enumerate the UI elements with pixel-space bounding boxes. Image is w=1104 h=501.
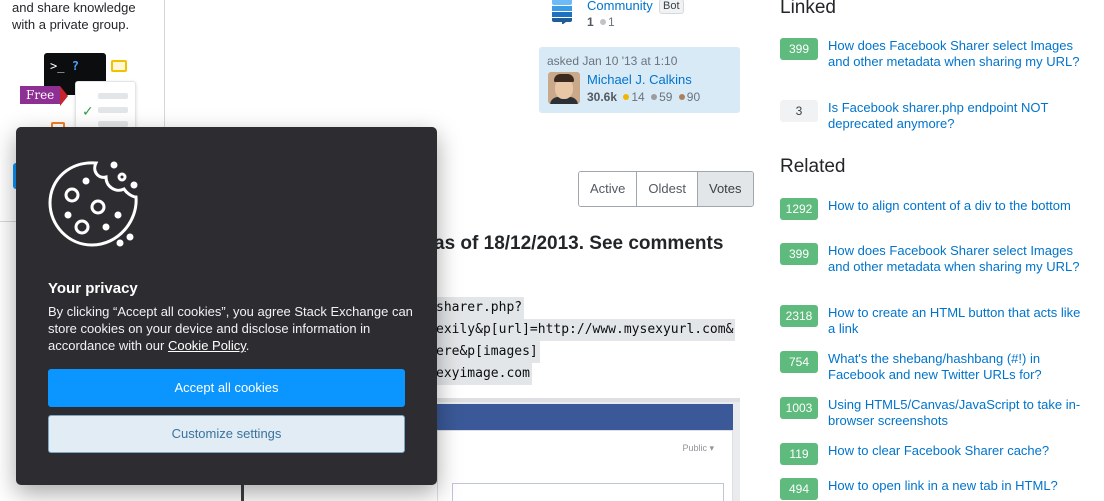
- bronze-count: 1: [608, 15, 615, 29]
- silver-badge-icon: [651, 94, 658, 101]
- answer-screenshot-image: Public ▾: [437, 398, 740, 501]
- customize-settings-button[interactable]: Customize settings: [48, 415, 405, 453]
- vote-count-badge: 2318: [780, 305, 818, 327]
- check-icon: ✓: [82, 103, 94, 119]
- linked-title: Linked: [780, 0, 836, 18]
- avatar[interactable]: [548, 72, 580, 104]
- vote-count-badge: 1292: [780, 198, 818, 220]
- share-textbox: [452, 483, 724, 501]
- reputation-score: 1: [587, 15, 594, 29]
- related-question-link[interactable]: Using HTML5/Canvas/JavaScript to take in…: [828, 397, 1086, 429]
- code-line: ere&p[images]: [434, 341, 540, 363]
- cookie-policy-link[interactable]: Cookie Policy: [168, 338, 246, 353]
- cookie-dialog-body: By clicking “Accept all cookies”, you ag…: [48, 303, 413, 354]
- cookie-icon: [48, 161, 138, 247]
- code-line: exyimage.com: [434, 363, 532, 385]
- answer-heading: as of 18/12/2013. See comments: [434, 233, 724, 254]
- checklist-illustration: ✓: [75, 81, 136, 131]
- promo-text: and share knowledge with a private group…: [12, 0, 136, 32]
- answer-sort-tabs: Active Oldest Votes: [578, 171, 754, 207]
- code-line: sharer.php?: [434, 297, 525, 319]
- vote-count-badge: 3: [780, 100, 818, 122]
- cookie-body-end: .: [245, 338, 250, 353]
- code-line: exily&p[url]=http://www.mysexyurl.com&: [434, 319, 736, 341]
- gold-badge-icon: [623, 94, 630, 101]
- vote-count-badge: 399: [780, 38, 818, 60]
- vote-count-badge: 754: [780, 351, 818, 373]
- sort-active-button[interactable]: Active: [579, 172, 638, 206]
- vote-count-badge: 119: [780, 443, 818, 465]
- linked-question-link[interactable]: How does Facebook Sharer select Images a…: [828, 38, 1086, 70]
- cookie-consent-dialog: Your privacy By clicking “Accept all coo…: [16, 127, 437, 485]
- vote-count-badge: 399: [780, 243, 818, 265]
- related-title: Related: [780, 156, 846, 177]
- vote-count-badge: 1003: [780, 397, 818, 419]
- accept-all-cookies-button[interactable]: Accept all cookies: [48, 369, 405, 407]
- sort-votes-button[interactable]: Votes: [697, 172, 753, 206]
- asked-user-card: asked Jan 10 '13 at 1:10 Michael J. Calk…: [539, 47, 740, 113]
- asker-reputation: 30.6k 14 59 90: [587, 90, 700, 104]
- cookie-dialog-title: Your privacy: [48, 280, 138, 297]
- sort-oldest-button[interactable]: Oldest: [637, 172, 698, 206]
- community-user-link[interactable]: Community: [587, 0, 653, 13]
- privacy-selector: Public ▾: [682, 443, 714, 453]
- related-question-link[interactable]: How to align content of a div to the bot…: [828, 198, 1086, 214]
- related-question-link[interactable]: How to create an HTML button that acts l…: [828, 305, 1086, 337]
- vote-count-badge: 494: [780, 478, 818, 500]
- bot-badge: Bot: [659, 0, 684, 14]
- community-reputation: 1 1: [587, 15, 615, 29]
- reputation-score: 30.6k: [587, 90, 618, 104]
- related-question-link[interactable]: How to clear Facebook Sharer cache?: [828, 443, 1086, 459]
- related-question-link[interactable]: How to open link in a new tab in HTML?: [828, 478, 1086, 494]
- stack-exchange-icon: [552, 0, 572, 24]
- related-question-link[interactable]: How does Facebook Sharer select Images a…: [828, 243, 1086, 275]
- facebook-header-bar: [437, 404, 733, 430]
- free-ribbon: Free: [20, 86, 69, 106]
- linked-question-link[interactable]: Is Facebook sharer.php endpoint NOT depr…: [828, 100, 1086, 132]
- terminal-prompt: >_: [50, 59, 65, 73]
- asker-name-link[interactable]: Michael J. Calkins: [587, 72, 692, 87]
- bronze-badge-icon: [600, 19, 607, 26]
- asked-timestamp[interactable]: asked Jan 10 '13 at 1:10: [547, 54, 677, 68]
- silver-count: 59: [659, 90, 673, 104]
- related-question-link[interactable]: What's the shebang/hashbang (#!) in Face…: [828, 351, 1086, 383]
- bronze-count: 90: [686, 90, 701, 104]
- bronze-badge-icon: [678, 94, 685, 101]
- terminal-question: ?: [71, 59, 79, 73]
- facebook-share-panel: Public ▾: [437, 430, 733, 501]
- gold-count: 14: [631, 90, 645, 104]
- chat-bubble-icon: [111, 60, 127, 72]
